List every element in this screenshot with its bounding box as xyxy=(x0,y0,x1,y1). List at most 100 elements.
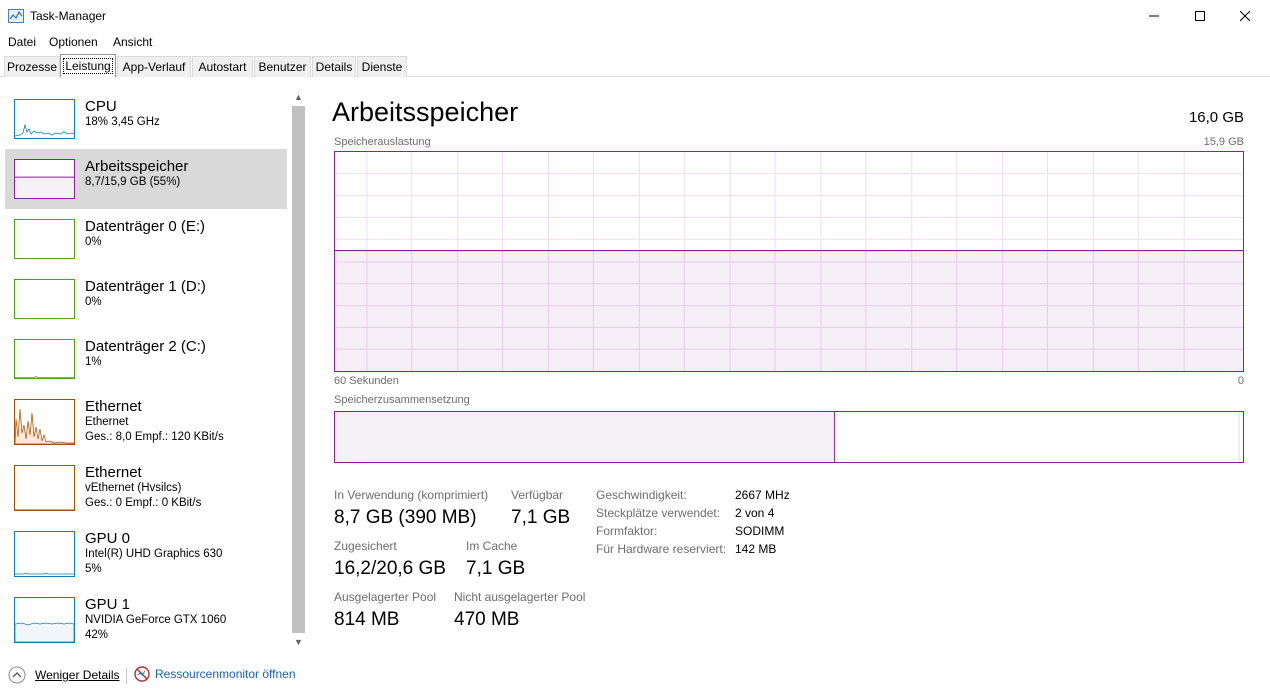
resource-monitor-link[interactable]: Ressourcenmonitor öffnen xyxy=(134,666,296,682)
sidebar-item-disk-0[interactable]: Datenträger 0 (E:) 0% xyxy=(5,209,287,269)
tab-leistung[interactable]: Leistung xyxy=(60,54,116,78)
menu-bar: Datei Optionen Ansicht xyxy=(0,32,1270,52)
disk-thumbnail-graph xyxy=(14,219,75,259)
fewer-details-button[interactable]: Weniger Details xyxy=(8,666,119,684)
sidebar-item-detail: 18% 3,45 GHz xyxy=(85,116,160,128)
sidebar-item-name: Datenträger 2 (C:) xyxy=(85,338,206,355)
tab-label: Details xyxy=(315,60,353,74)
minimize-button[interactable] xyxy=(1131,0,1177,32)
sidebar-item-cpu[interactable]: CPU 18% 3,45 GHz xyxy=(5,89,287,149)
total-memory: 16,0 GB xyxy=(1188,109,1244,126)
scroll-thumb[interactable] xyxy=(292,106,305,633)
sidebar-item-detail: Intel(R) UHD Graphics 630 xyxy=(85,548,223,560)
sidebar-item-name: Arbeitsspeicher xyxy=(85,158,189,175)
gpu-thumbnail-graph xyxy=(14,531,75,577)
ethernet-thumbnail-graph xyxy=(14,399,75,445)
tab-label: Dienste xyxy=(361,60,403,74)
sidebar-item-vethernet[interactable]: Ethernet vEthernet (Hvsilcs) Ges.: 0 Emp… xyxy=(5,455,287,521)
sidebar-item-detail: 0% xyxy=(85,296,102,308)
cpu-thumbnail-graph xyxy=(14,99,75,139)
tab-dienste[interactable]: Dienste xyxy=(357,56,407,77)
form-factor-key: Formfaktor: xyxy=(596,524,658,538)
speed-key: Geschwindigkeit: xyxy=(596,488,687,502)
resource-monitor-icon xyxy=(134,666,150,682)
sidebar-item-name: Ethernet xyxy=(85,398,142,415)
maximize-button[interactable] xyxy=(1177,0,1223,32)
sidebar-item-name: GPU 1 xyxy=(85,596,131,613)
time-axis-right: 0 xyxy=(1237,375,1244,387)
maximize-icon xyxy=(1195,11,1205,21)
memory-usage-graph xyxy=(334,151,1244,372)
tab-label: Benutzer xyxy=(258,60,307,74)
tab-autostart[interactable]: Autostart xyxy=(192,56,253,77)
tab-label: Autostart xyxy=(198,60,247,74)
sidebar-item-gpu-0[interactable]: GPU 0 Intel(R) UHD Graphics 630 5% xyxy=(5,521,287,587)
time-axis-left: 60 Sekunden xyxy=(334,375,399,387)
sidebar-item-name: Datenträger 0 (E:) xyxy=(85,218,206,235)
cached-label: Im Cache xyxy=(466,539,518,553)
sidebar-item-detail: NVIDIA GeForce GTX 1060 xyxy=(85,614,227,626)
sidebar-item-disk-2[interactable]: Datenträger 2 (C:) 1% xyxy=(5,329,287,389)
sidebar-scrollbar[interactable]: ▲ ▼ xyxy=(291,90,306,650)
tab-prozesse[interactable]: Prozesse xyxy=(4,56,60,77)
fewer-details-label: Weniger Details xyxy=(35,668,120,682)
in-use-value: 8,7 GB (390 MB) xyxy=(334,507,477,528)
resource-sidebar: CPU 18% 3,45 GHz Arbeitsspeicher 8,7/15,… xyxy=(0,78,308,650)
gpu-thumbnail-graph xyxy=(14,597,75,643)
form-factor-value: SODIMM xyxy=(735,524,785,538)
usage-graph-max: 15,9 GB xyxy=(1203,136,1244,148)
resource-monitor-label: Ressourcenmonitor öffnen xyxy=(155,667,296,681)
tab-benutzer[interactable]: Benutzer xyxy=(254,56,311,77)
close-button[interactable] xyxy=(1222,0,1268,32)
tab-label: Leistung xyxy=(63,58,113,74)
memory-thumbnail-graph xyxy=(14,159,75,199)
menu-optionen[interactable]: Optionen xyxy=(49,35,98,49)
slots-key: Steckplätze verwendet: xyxy=(596,506,721,520)
sidebar-item-name: CPU xyxy=(85,98,117,115)
menu-ansicht[interactable]: Ansicht xyxy=(113,35,152,49)
sidebar-item-ethernet[interactable]: Ethernet Ethernet Ges.: 8,0 Empf.: 120 K… xyxy=(5,389,287,455)
scroll-down-arrow-icon[interactable]: ▼ xyxy=(291,635,306,650)
available-label: Verfügbar xyxy=(511,488,564,502)
sidebar-item-disk-1[interactable]: Datenträger 1 (D:) 0% xyxy=(5,269,287,329)
chevron-up-circle-icon xyxy=(8,666,26,684)
window-title: Task-Manager xyxy=(30,9,107,23)
disk-thumbnail-graph xyxy=(14,279,75,319)
nonpaged-pool-label: Nicht ausgelagerter Pool xyxy=(454,590,586,604)
sidebar-item-throughput: Ges.: 8,0 Empf.: 120 KBit/s xyxy=(85,431,224,443)
task-manager-icon xyxy=(8,9,24,23)
memory-thumb-fill xyxy=(15,177,74,198)
hardware-reserved-key: Für Hardware reserviert: xyxy=(596,542,727,556)
footer-bar: Weniger Details Ressourcenmonitor öffnen xyxy=(0,660,1270,692)
ethernet-thumbnail-graph xyxy=(14,465,75,511)
available-value: 7,1 GB xyxy=(511,507,571,528)
tab-app-verlauf[interactable]: App-Verlauf xyxy=(117,56,191,77)
scroll-up-arrow-icon[interactable]: ▲ xyxy=(291,90,306,105)
nonpaged-pool-value: 470 MB xyxy=(454,609,520,630)
sidebar-item-detail: 0% xyxy=(85,236,102,248)
sidebar-item-detail: 8,7/15,9 GB (55%) xyxy=(85,176,181,188)
paged-pool-value: 814 MB xyxy=(334,609,400,630)
memory-composition-bar xyxy=(334,411,1244,463)
sidebar-item-throughput: Ges.: 0 Empf.: 0 KBit/s xyxy=(85,497,202,509)
tab-details[interactable]: Details xyxy=(312,56,356,77)
close-icon xyxy=(1240,11,1250,21)
committed-label: Zugesichert xyxy=(334,539,397,553)
sidebar-item-usage: 5% xyxy=(85,563,102,575)
title-bar: Task-Manager xyxy=(0,0,1270,32)
paged-pool-label: Ausgelagerter Pool xyxy=(334,590,437,604)
sidebar-item-arbeitsspeicher[interactable]: Arbeitsspeicher 8,7/15,9 GB (55%) xyxy=(5,149,287,209)
sidebar-item-detail: 1% xyxy=(85,356,102,368)
sidebar-item-name: Ethernet xyxy=(85,464,142,481)
speed-value: 2667 MHz xyxy=(735,488,790,502)
minimize-icon xyxy=(1149,15,1159,17)
footer-divider xyxy=(126,668,127,684)
tab-label: App-Verlauf xyxy=(122,60,186,74)
composition-label: Speicherzusammensetzung xyxy=(334,394,470,406)
menu-datei[interactable]: Datei xyxy=(8,35,36,49)
slots-value: 2 von 4 xyxy=(735,506,775,520)
sidebar-item-usage: 42% xyxy=(85,629,109,641)
sidebar-item-detail: vEthernet (Hvsilcs) xyxy=(85,482,182,494)
tab-bar: Prozesse Leistung App-Verlauf Autostart … xyxy=(0,52,1270,78)
sidebar-item-gpu-1[interactable]: GPU 1 NVIDIA GeForce GTX 1060 42% xyxy=(5,587,287,653)
